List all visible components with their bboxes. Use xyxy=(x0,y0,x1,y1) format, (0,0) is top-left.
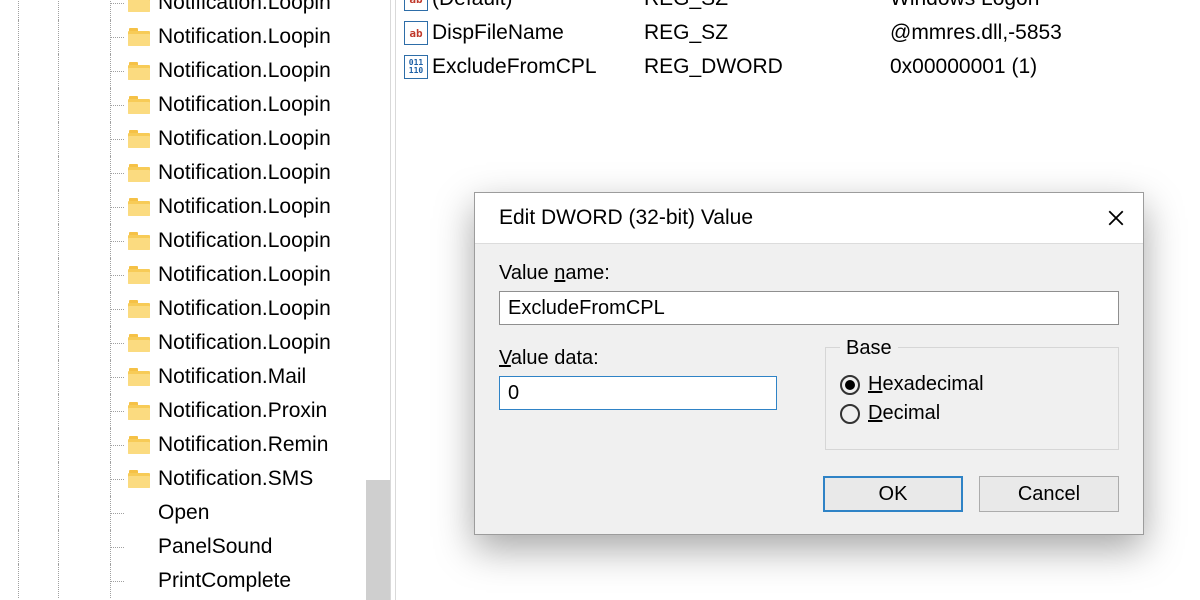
folder-icon xyxy=(128,62,150,80)
value-name: DispFileName xyxy=(432,21,564,45)
folder-icon xyxy=(128,0,150,12)
folder-icon xyxy=(128,266,150,284)
folder-icon xyxy=(128,334,150,352)
tree-item[interactable]: Notification.Loopin xyxy=(0,224,331,258)
tree-item-label: Notification.Loopin xyxy=(158,25,331,49)
ok-button[interactable]: OK xyxy=(823,476,963,512)
folder-icon xyxy=(128,402,150,420)
tree-item-label: Notification.Loopin xyxy=(158,59,331,83)
tree-item[interactable]: PrintComplete xyxy=(0,564,331,598)
tree-item-label: Notification.Loopin xyxy=(158,263,331,287)
tree-item-label: Notification.Loopin xyxy=(158,195,331,219)
dialog-titlebar[interactable]: Edit DWORD (32-bit) Value xyxy=(475,193,1143,243)
value-name: (Default) xyxy=(432,0,513,11)
folder-icon xyxy=(128,368,150,386)
value-type: REG_DWORD xyxy=(644,55,890,79)
tree-item[interactable]: Notification.Loopin xyxy=(0,326,331,360)
tree-item-label: PanelSound xyxy=(158,535,272,559)
folder-icon xyxy=(128,470,150,488)
list-row[interactable]: 011110ExcludeFromCPL REG_DWORD0x00000001 … xyxy=(404,50,1200,84)
base-group: Base Hexadecimal Decimal xyxy=(825,347,1119,450)
folder-icon xyxy=(128,232,150,250)
tree-item-label: Notification.Loopin xyxy=(158,229,331,253)
tree-item-label: Notification.Proxin xyxy=(158,399,327,423)
base-label: Base xyxy=(840,337,898,360)
folder-icon xyxy=(128,436,150,454)
folder-icon xyxy=(128,164,150,182)
tree-item[interactable]: Notification.Loopin xyxy=(0,54,331,88)
tree-item[interactable]: Open xyxy=(0,496,331,530)
radio-icon xyxy=(840,375,860,395)
tree-item[interactable]: Notification.Loopin xyxy=(0,292,331,326)
dialog-title: Edit DWORD (32-bit) Value xyxy=(499,206,753,230)
radio-decimal[interactable]: Decimal xyxy=(840,402,1104,425)
close-icon[interactable] xyxy=(1099,203,1133,233)
list-row[interactable]: abDispFileName REG_SZ@mmres.dll,-5853 xyxy=(404,16,1200,50)
tree-item-label: Notification.Loopin xyxy=(158,0,331,15)
value-data: 0x00000001 (1) xyxy=(890,55,1200,79)
value-data: @mmres.dll,-5853 xyxy=(890,21,1200,45)
tree-item-label: Notification.Remin xyxy=(158,433,328,457)
radio-hexadecimal[interactable]: Hexadecimal xyxy=(840,373,1104,396)
value-type-icon: ab xyxy=(404,0,428,11)
tree-item[interactable]: Notification.Loopin xyxy=(0,20,331,54)
tree-item-label: Notification.Loopin xyxy=(158,161,331,185)
tree-item-label: Notification.Mail xyxy=(158,365,306,389)
value-data-input[interactable] xyxy=(499,376,777,410)
tree-item[interactable]: Notification.Loopin xyxy=(0,156,331,190)
folder-icon xyxy=(128,96,150,114)
value-data-label: Value data: xyxy=(499,347,777,370)
folder-icon xyxy=(128,300,150,318)
value-name: ExcludeFromCPL xyxy=(432,55,597,79)
folder-icon xyxy=(128,198,150,216)
tree-item-label: Notification.Loopin xyxy=(158,93,331,117)
tree-item[interactable]: Notification.Mail xyxy=(0,360,331,394)
value-type-icon: ab xyxy=(404,21,428,45)
folder-icon xyxy=(128,130,150,148)
tree-item-label: Open xyxy=(158,501,209,525)
radio-icon xyxy=(840,404,860,424)
tree-item[interactable]: Notification.Proxin xyxy=(0,394,331,428)
registry-tree[interactable]: Notification.Loopin Notification.Loopin No… xyxy=(0,0,390,600)
folder-icon xyxy=(128,28,150,46)
value-data: Windows Logon xyxy=(890,0,1200,11)
tree-item[interactable]: Notification.Loopin xyxy=(0,0,331,20)
tree-item[interactable]: Notification.Loopin xyxy=(0,122,331,156)
tree-item-label: Notification.Loopin xyxy=(158,331,331,355)
tree-item[interactable]: Notification.Loopin xyxy=(0,258,331,292)
cancel-button[interactable]: Cancel xyxy=(979,476,1119,512)
tree-item-label: Notification.Loopin xyxy=(158,297,331,321)
tree-item[interactable]: Notification.SMS xyxy=(0,462,331,496)
tree-item[interactable]: Notification.Remin xyxy=(0,428,331,462)
value-name-input[interactable] xyxy=(499,291,1119,325)
edit-dword-dialog: Edit DWORD (32-bit) Value Value name: Va… xyxy=(474,192,1144,535)
value-type: REG_SZ xyxy=(644,0,890,11)
tree-item-label: Notification.SMS xyxy=(158,467,313,491)
tree-item[interactable]: Notification.Loopin xyxy=(0,190,331,224)
tree-item-label: Notification.Loopin xyxy=(158,127,331,151)
tree-item-label: PrintComplete xyxy=(158,569,291,593)
value-type-icon: 011110 xyxy=(404,55,428,79)
list-row[interactable]: ab (Default) REG_SZWindows Logon xyxy=(404,0,1200,16)
tree-item[interactable]: Notification.Loopin xyxy=(0,88,331,122)
value-name-label: Value name: xyxy=(499,262,1119,285)
scrollbar-thumb[interactable] xyxy=(366,480,390,600)
value-type: REG_SZ xyxy=(644,21,890,45)
tree-item[interactable]: PanelSound xyxy=(0,530,331,564)
